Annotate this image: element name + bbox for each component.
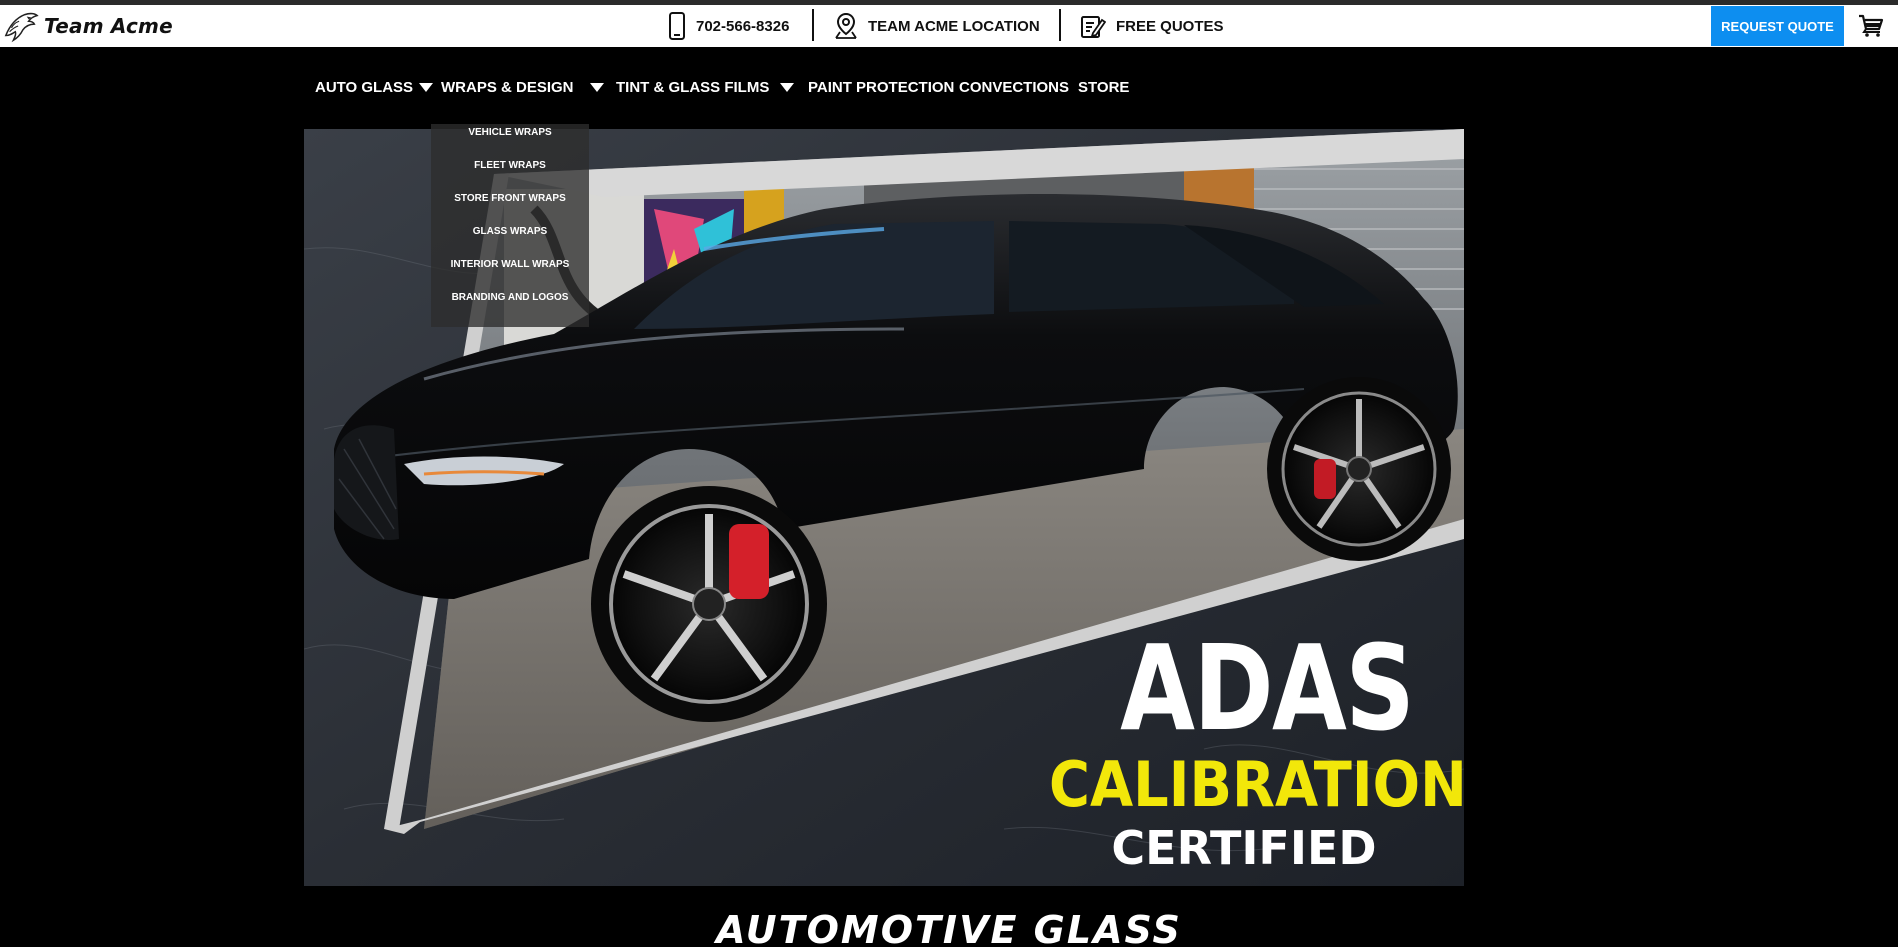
nav-paint-protection[interactable]: PAINT PROTECTION: [808, 75, 954, 99]
divider: [812, 9, 814, 41]
phone-icon: [669, 12, 685, 40]
eagle-logo-icon: [4, 12, 39, 43]
dropdown-item-branding-and-logos[interactable]: BRANDING AND LOGOS: [431, 292, 589, 303]
request-quote-button[interactable]: REQUEST QUOTE: [1711, 6, 1844, 46]
nav-label: AUTO GLASS: [315, 78, 414, 96]
caret-down-icon: [419, 82, 434, 92]
dropdown-item-fleet-wraps[interactable]: FLEET WRAPS: [431, 160, 589, 171]
free-quotes-link[interactable]: FREE QUOTES: [1080, 5, 1224, 47]
location-label: TEAM ACME LOCATION: [868, 17, 1040, 35]
section-heading: AUTOMOTIVE GLASS: [716, 908, 1182, 947]
location-link[interactable]: TEAM ACME LOCATION: [834, 5, 1040, 47]
utility-bar: Team Acme 702-566-8326 TEAM ACME LOCATIO…: [0, 5, 1898, 47]
caret-down-icon: [589, 82, 604, 92]
dropdown-item-store-front-wraps[interactable]: STORE FRONT WRAPS: [431, 193, 589, 204]
clipboard-edit-icon: [1081, 16, 1106, 38]
dropdown-item-vehicle-wraps[interactable]: VEHICLE WRAPS: [431, 127, 589, 138]
nav-label: CONVECTIONS: [959, 78, 1070, 96]
phone-number: 702-566-8326: [696, 17, 790, 35]
free-quotes-label: FREE QUOTES: [1116, 17, 1224, 35]
nav-store[interactable]: STORE: [1078, 75, 1129, 99]
nav-wraps-design[interactable]: WRAPS & DESIGN: [441, 75, 604, 99]
nav-label: TINT & GLASS FILMS: [616, 78, 770, 96]
map-pin-icon: [835, 12, 857, 39]
nav-tint-glass-films[interactable]: TINT & GLASS FILMS: [616, 75, 795, 99]
cart-icon[interactable]: [1858, 14, 1884, 38]
nav-auto-glass[interactable]: AUTO GLASS: [315, 75, 434, 99]
wraps-design-dropdown: VEHICLE WRAPS FLEET WRAPS STORE FRONT WR…: [431, 124, 589, 327]
caret-down-icon: [780, 82, 795, 92]
nav-label: STORE: [1078, 78, 1130, 96]
nav-label: WRAPS & DESIGN: [441, 78, 574, 96]
main-nav: AUTO GLASS WRAPS & DESIGN TINT & GLASS F…: [0, 47, 1898, 127]
dropdown-item-glass-wraps[interactable]: GLASS WRAPS: [431, 226, 589, 237]
brand-name: Team Acme: [44, 14, 173, 38]
nav-label: PAINT PROTECTION: [808, 78, 955, 96]
divider: [1059, 9, 1061, 41]
nav-convections[interactable]: CONVECTIONS: [959, 75, 1069, 99]
phone-link[interactable]: 702-566-8326: [668, 5, 789, 47]
site-logo[interactable]: Team Acme: [0, 6, 173, 46]
dropdown-item-interior-wall-wraps[interactable]: INTERIOR WALL WRAPS: [431, 259, 589, 270]
